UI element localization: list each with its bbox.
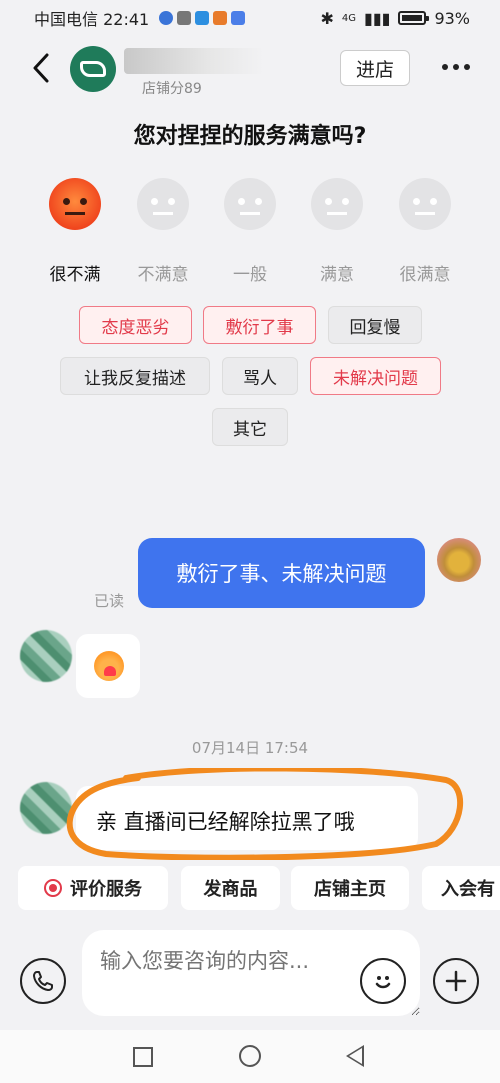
quick-action-label: 店铺主页 <box>314 879 386 900</box>
more-actions-button[interactable] <box>433 958 479 1004</box>
tag-repeat-description[interactable]: 让我反复描述 <box>60 357 210 395</box>
plus-icon <box>445 970 467 992</box>
carrier-time: 中国电信 22:41 <box>34 10 150 29</box>
heart-sticker-icon <box>104 666 116 676</box>
tag-other[interactable]: 其它 <box>212 408 288 446</box>
smiley-icon <box>375 976 391 989</box>
survey-title: 您对捏捏的服务满意吗? <box>133 124 367 149</box>
more-options-button[interactable] <box>436 52 476 82</box>
input-bar <box>0 920 500 1030</box>
battery-percent: 93% <box>434 8 470 28</box>
tag-insult[interactable]: 骂人 <box>222 357 298 395</box>
voice-button[interactable] <box>20 958 66 1004</box>
rating-label: 很满意 <box>399 265 451 285</box>
quick-action-label: 入会有 <box>441 879 495 900</box>
sticker-message[interactable] <box>76 634 140 698</box>
angry-face-icon <box>49 178 101 230</box>
shop-homepage-button[interactable]: 店铺主页 <box>291 866 409 910</box>
read-status: 已读 <box>94 592 125 610</box>
more-dot-icon <box>464 64 470 70</box>
app-notification-icon <box>159 11 174 25</box>
user-avatar[interactable] <box>437 538 481 582</box>
join-membership-button[interactable]: 入会有 <box>422 866 500 910</box>
app-notification-icon <box>195 11 210 25</box>
send-product-button[interactable]: 发商品 <box>181 866 280 910</box>
rate-service-button[interactable]: 评价服务 <box>18 866 168 910</box>
notification-icons <box>159 11 246 25</box>
status-left: 中国电信 22:41 <box>34 6 246 30</box>
tag-slow-reply[interactable]: 回复慢 <box>328 306 422 344</box>
network-label: 4G <box>341 12 357 24</box>
status-right: ✱ 4G ▮▮▮ 93% <box>320 9 470 28</box>
shop-avatar-small[interactable] <box>20 782 72 834</box>
smile-face-icon <box>311 178 363 230</box>
phone-icon <box>33 971 53 991</box>
more-dot-icon <box>442 64 448 70</box>
home-icon[interactable] <box>239 1045 261 1067</box>
shop-avatar[interactable] <box>70 46 116 92</box>
quick-action-label: 发商品 <box>203 879 258 900</box>
app-notification-icon <box>213 11 228 25</box>
back-button[interactable] <box>26 50 56 86</box>
app-notification-icon <box>231 11 246 25</box>
orange-highlight-circle <box>66 768 464 860</box>
enter-store-button[interactable]: 进店 <box>340 50 410 86</box>
recent-apps-icon[interactable] <box>133 1047 153 1067</box>
rating-neutral[interactable]: 一般 <box>205 178 295 285</box>
rating-label: 满意 <box>320 265 354 285</box>
chat-header: 店铺分89 进店 <box>0 38 500 102</box>
rating-label: 很不满 <box>49 265 101 285</box>
heart-icon <box>44 879 62 897</box>
battery-icon <box>398 11 430 25</box>
neutral-face-icon <box>224 178 276 230</box>
bluetooth-icon: ✱ <box>320 8 334 28</box>
rating-row: 很不满 不满意 一般 满意 很满意 <box>0 178 500 285</box>
frown-face-icon <box>137 178 189 230</box>
shop-logo-icon <box>80 61 106 77</box>
system-nav-bar <box>0 1030 500 1083</box>
rating-label: 不满意 <box>137 265 189 285</box>
tag-perfunctory[interactable]: 敷衍了事 <box>203 306 316 344</box>
rating-dissatisfied[interactable]: 不满意 <box>118 178 208 285</box>
message-timestamp: 07月14日 17:54 <box>191 739 309 757</box>
emoji-button[interactable] <box>360 958 406 1004</box>
app-notification-icon <box>177 11 192 25</box>
tag-bad-attitude[interactable]: 态度恶劣 <box>79 306 192 344</box>
status-bar: 中国电信 22:41 ✱ 4G ▮▮▮ 93% <box>0 0 500 36</box>
rating-very-satisfied[interactable]: 很满意 <box>380 178 470 285</box>
shop-score: 店铺分89 <box>142 81 202 97</box>
rating-very-dissatisfied[interactable]: 很不满 <box>30 178 120 285</box>
tag-unresolved[interactable]: 未解决问题 <box>310 357 441 395</box>
back-triangle-icon[interactable] <box>346 1045 364 1067</box>
rating-label: 一般 <box>233 265 267 285</box>
heart-eyes-face-icon <box>399 178 451 230</box>
outgoing-message[interactable]: 敷衍了事、未解决问题 <box>138 538 425 608</box>
chevron-left-icon <box>33 53 49 83</box>
quick-action-label: 评价服务 <box>70 879 142 900</box>
signal-icon: ▮▮▮ <box>364 8 391 28</box>
shop-name-redacted <box>124 48 264 74</box>
rating-satisfied[interactable]: 满意 <box>292 178 382 285</box>
more-dot-icon <box>453 64 459 70</box>
shop-avatar-small[interactable] <box>20 630 72 682</box>
